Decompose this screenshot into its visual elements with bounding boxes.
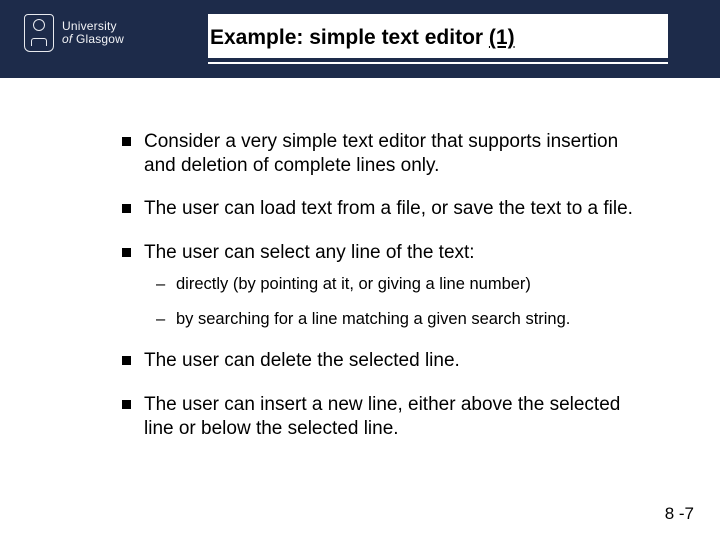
sub-bullet-item: directly (by pointing at it, or giving a…	[154, 274, 650, 295]
slide: University of Glasgow Example: simple te…	[0, 0, 720, 540]
bullet-item: The user can load text from a file, or s…	[118, 197, 650, 221]
bullet-item: The user can select any line of the text…	[118, 241, 650, 330]
bullet-list: Consider a very simple text editor that …	[118, 130, 650, 440]
slide-title: Example: simple text editor (1)	[208, 14, 668, 56]
logo-text: University of Glasgow	[62, 20, 124, 45]
title-underline	[208, 58, 668, 62]
title-box: Example: simple text editor (1)	[208, 14, 668, 64]
crest-icon	[24, 14, 54, 52]
bullet-item: The user can delete the selected line.	[118, 349, 650, 373]
slide-body: Consider a very simple text editor that …	[118, 130, 650, 460]
bullet-item: The user can insert a new line, either a…	[118, 393, 650, 440]
university-logo: University of Glasgow	[24, 14, 124, 52]
header-bar: University of Glasgow Example: simple te…	[0, 0, 720, 78]
page-number: 8 -7	[665, 504, 694, 524]
bullet-text: The user can select any line of the text…	[144, 242, 475, 263]
logo-line2: of Glasgow	[62, 33, 124, 46]
bullet-item: Consider a very simple text editor that …	[118, 130, 650, 177]
sub-bullet-list: directly (by pointing at it, or giving a…	[144, 274, 650, 329]
sub-bullet-item: by searching for a line matching a given…	[154, 309, 650, 330]
